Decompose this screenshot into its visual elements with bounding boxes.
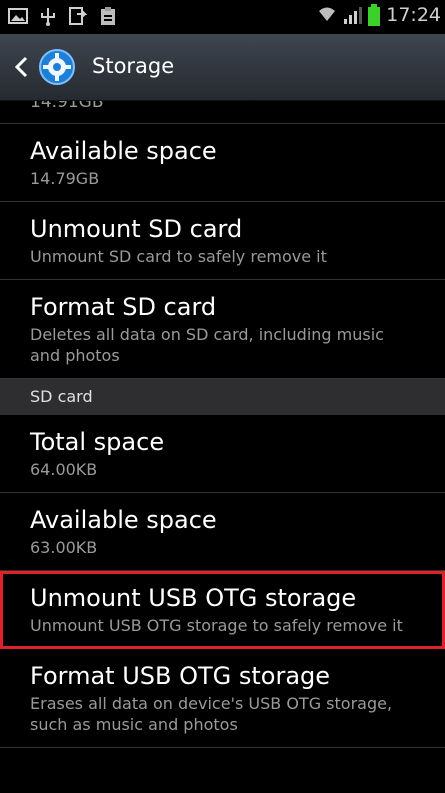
wifi-icon bbox=[319, 7, 336, 21]
clipped-value-text: 14.91GB bbox=[30, 101, 104, 112]
clipboard-icon bbox=[101, 7, 115, 25]
list-item-total-space: Total space 64.00KB bbox=[0, 415, 445, 493]
download-icon bbox=[69, 7, 88, 25]
status-bar: 17:24 bbox=[0, 0, 445, 34]
item-title: Format SD card bbox=[30, 293, 217, 321]
settings-gear-icon bbox=[39, 49, 75, 85]
status-left-icons bbox=[8, 6, 118, 26]
item-subtitle: 14.79GB bbox=[30, 169, 100, 188]
item-subtitle: Unmount USB OTG storage to safely remove… bbox=[30, 616, 403, 635]
list-item-format-sd-card[interactable]: Format SD card Deletes all data on SD ca… bbox=[0, 280, 445, 379]
item-subtitle: 63.00KB bbox=[30, 538, 98, 557]
settings-list: 14.91GB Available space 14.79GB Unmount … bbox=[0, 101, 445, 748]
item-subtitle: Deletes all data on SD card, including m… bbox=[30, 325, 384, 365]
item-title: Format USB OTG storage bbox=[30, 662, 331, 690]
status-right: 17:24 bbox=[318, 4, 441, 26]
item-title: Available space bbox=[30, 137, 217, 165]
item-subtitle: Erases all data on device's USB OTG stor… bbox=[30, 694, 393, 734]
list-item-format-usb-otg[interactable]: Format USB OTG storage Erases all data o… bbox=[0, 649, 445, 748]
battery-icon bbox=[368, 4, 381, 26]
item-title: Unmount SD card bbox=[30, 215, 243, 243]
gallery-icon bbox=[8, 8, 28, 24]
item-title: Unmount USB OTG storage bbox=[30, 584, 357, 612]
section-header-sd-card: SD card bbox=[0, 379, 445, 415]
clipped-value: 14.91GB bbox=[0, 101, 445, 124]
item-subtitle: Unmount SD card to safely remove it bbox=[30, 247, 327, 266]
back-chevron-icon[interactable] bbox=[14, 56, 28, 78]
page-title: Storage bbox=[92, 54, 175, 78]
list-item-available-space-2: Available space 63.00KB bbox=[0, 493, 445, 571]
item-subtitle: 64.00KB bbox=[30, 460, 98, 479]
item-title: Available space bbox=[30, 506, 217, 534]
usb-icon bbox=[41, 8, 55, 26]
list-item-available-space-1: Available space 14.79GB bbox=[0, 124, 445, 202]
list-item-unmount-usb-otg[interactable]: Unmount USB OTG storage Unmount USB OTG … bbox=[0, 571, 445, 649]
status-time: 17:24 bbox=[386, 4, 441, 26]
action-bar: Storage bbox=[0, 34, 445, 101]
signal-icon bbox=[344, 7, 363, 24]
item-title: Total space bbox=[30, 428, 165, 456]
list-item-unmount-sd-card[interactable]: Unmount SD card Unmount SD card to safel… bbox=[0, 202, 445, 280]
